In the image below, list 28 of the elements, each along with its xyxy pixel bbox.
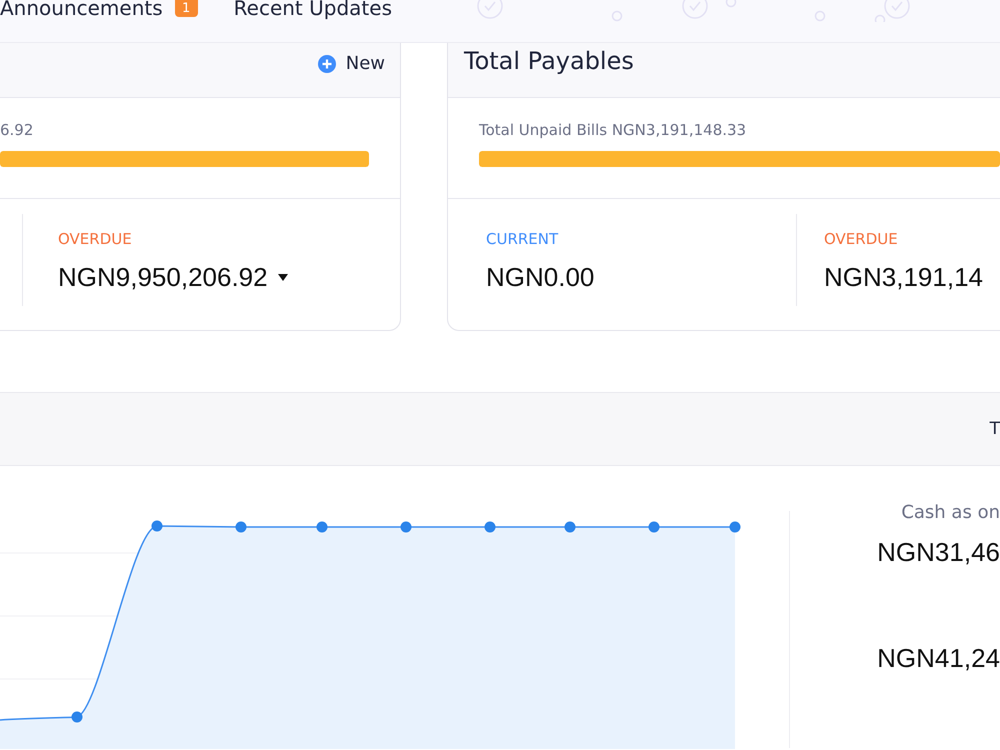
caret-down-icon[interactable] [278,274,288,280]
card-title: Total Payables [464,47,634,75]
data-point [564,522,576,532]
tab[interactable]: Recent Updates [234,0,392,18]
data-point [648,522,660,532]
data-point [484,522,496,532]
plus-circle-icon [318,55,336,73]
cash-amount: NGN41,24 [877,643,1000,673]
amount-value: NGN9,950,206.92 [58,262,268,292]
count-badge: 1 [174,0,198,17]
aging-label: OVERDUE [58,230,133,248]
data-point [316,522,328,532]
amount-value: NGN3,191,14 [824,262,983,292]
cash-amount: NGN31,46 [877,537,1000,567]
amount-value: NGN0.00 [486,262,594,292]
data-point [72,712,82,722]
unpaid-total-text: Total Unpaid Bills NGN3,191,148.33 [479,121,748,139]
aging-label: CURRENT [486,230,560,248]
data-point [152,520,162,532]
unpaid-total-text: 6.92 [0,121,34,139]
header-text: T [990,419,1000,439]
tab[interactable]: Announcements 1 [0,0,198,18]
data-point [400,522,412,532]
data-point [730,522,740,532]
new-button[interactable]: New [318,53,385,75]
cash-label: Cash as on [901,502,1000,524]
aging-label: OVERDUE [824,230,899,248]
data-point [236,522,246,532]
